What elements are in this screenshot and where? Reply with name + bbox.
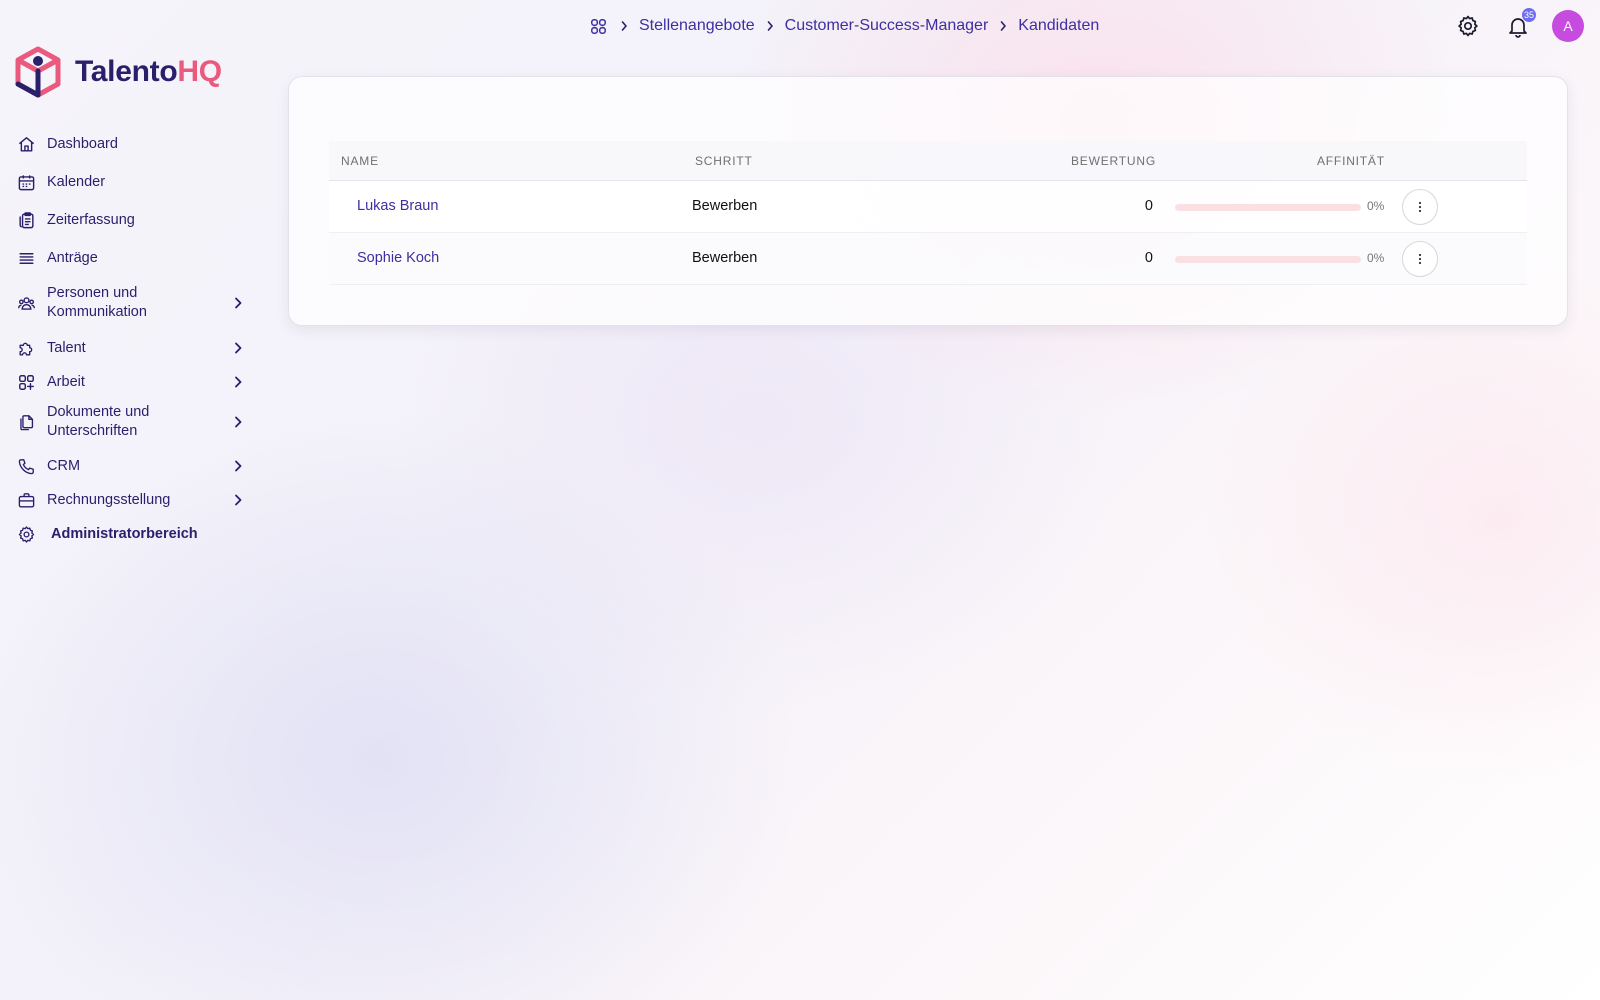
affinity-percent: 0%: [1367, 251, 1385, 265]
column-header-affinity[interactable]: Affinität: [1317, 154, 1385, 168]
sidebar-item-label: Zeiterfassung: [47, 211, 135, 228]
sidebar-item-dokumente-und-unterschriften[interactable]: Dokumente und Unterschriften: [14, 403, 246, 441]
affinity-percent: 0%: [1367, 199, 1385, 213]
table-row[interactable]: Lukas Braun Bewerben 0 0%: [329, 181, 1527, 233]
chevron-right-icon: [230, 414, 246, 430]
chevron-right-icon: [993, 20, 1013, 32]
sidebar-item-arbeit[interactable]: Arbeit: [14, 370, 246, 394]
candidate-step: Bewerben: [692, 198, 758, 214]
sidebar-item-label: Dashboard: [47, 135, 118, 152]
chevron-right-icon: [230, 374, 246, 390]
sidebar-item-kalender[interactable]: Kalender: [14, 170, 246, 194]
sidebar-item-label: Administratorbereich: [51, 525, 198, 542]
breadcrumb-kandidaten[interactable]: Kandidaten: [1018, 17, 1099, 35]
sidebar-item-crm[interactable]: CRM: [14, 454, 246, 478]
sidebar-item-administratorbereich[interactable]: Administratorbereich: [14, 522, 246, 546]
logo[interactable]: TalentoHQ: [14, 46, 222, 98]
column-header-name[interactable]: Name: [341, 154, 379, 168]
documents-icon: [14, 410, 38, 434]
sidebar-item-zeiterfassung[interactable]: Zeiterfassung: [14, 208, 246, 232]
sidebar-item-label: Talent: [47, 339, 86, 356]
more-vertical-icon: [1418, 253, 1422, 265]
notification-count-badge: 35: [1521, 8, 1536, 22]
candidates-card: Name Schritt Bewertung Affinität Lukas B…: [288, 76, 1568, 326]
candidates-table: Name Schritt Bewertung Affinität Lukas B…: [329, 141, 1527, 285]
sidebar-item-label: Arbeit: [47, 373, 85, 390]
breadcrumb: Stellenangebote Customer-Success-Manager…: [587, 14, 1099, 38]
calendar-icon: [14, 170, 38, 194]
row-actions-button[interactable]: [1402, 189, 1438, 225]
gear-icon: [14, 522, 38, 546]
clipboard-icon: [14, 208, 38, 232]
sidebar-item-label: CRM: [47, 457, 81, 474]
candidate-name-link[interactable]: Sophie Koch: [357, 250, 439, 266]
phone-icon: [14, 454, 38, 478]
sidebar-item-rechnungsstellung[interactable]: Rechnungsstellung: [14, 488, 246, 512]
affinity-bar: [1175, 204, 1361, 211]
settings-button[interactable]: [1454, 12, 1482, 40]
sidebar-item-label: Kalender: [47, 173, 106, 190]
row-actions-button[interactable]: [1402, 241, 1438, 277]
gear-icon: [1458, 15, 1478, 37]
chevron-right-icon: [230, 458, 246, 474]
sidebar-item-label: Anträge: [47, 249, 98, 266]
chevron-right-icon: [230, 492, 246, 508]
table-row[interactable]: Sophie Koch Bewerben 0 0%: [329, 233, 1527, 285]
notifications-button[interactable]: 35: [1504, 8, 1536, 40]
chevron-right-icon: [230, 295, 246, 311]
puzzle-icon: [14, 336, 38, 360]
sidebar-item-label: Personen und Kommunikation: [47, 285, 147, 320]
candidate-step: Bewerben: [692, 250, 758, 266]
candidate-rating: 0: [1144, 198, 1153, 214]
avatar[interactable]: A: [1552, 10, 1584, 42]
grid-icon[interactable]: [587, 15, 609, 37]
candidate-name-link[interactable]: Lukas Braun: [357, 198, 438, 214]
sidebar-item-label: Rechnungsstellung: [47, 491, 171, 508]
logo-text: TalentoHQ: [75, 55, 222, 88]
sidebar-item-personen-und-kommunikation[interactable]: Personen und Kommunikation: [14, 284, 246, 322]
sidebar-item-dashboard[interactable]: Dashboard: [14, 132, 246, 156]
breadcrumb-stellenangebote[interactable]: Stellenangebote: [639, 17, 755, 35]
chevron-right-icon: [760, 20, 780, 32]
sidebar-item-antraege[interactable]: Anträge: [14, 246, 246, 270]
candidate-rating: 0: [1144, 250, 1153, 266]
sidebar: TalentoHQ Dashboard Kalender Zeiterfassu…: [0, 0, 260, 1000]
cube-logo-icon: [15, 46, 61, 98]
table-header: Name Schritt Bewertung Affinität: [329, 141, 1527, 181]
home-icon: [14, 132, 38, 156]
breadcrumb-job[interactable]: Customer-Success-Manager: [785, 17, 989, 35]
column-header-step[interactable]: Schritt: [695, 154, 753, 168]
affinity-bar: [1175, 256, 1361, 263]
chevron-right-icon: [230, 340, 246, 356]
more-vertical-icon: [1418, 201, 1422, 213]
list-icon: [14, 246, 38, 270]
column-header-rating[interactable]: Bewertung: [1071, 154, 1156, 168]
apps-icon: [14, 370, 38, 394]
sidebar-item-talent[interactable]: Talent: [14, 336, 246, 360]
briefcase-icon: [14, 488, 38, 512]
chevron-right-icon: [614, 20, 634, 32]
sidebar-item-label: Dokumente und Unterschriften: [47, 404, 150, 439]
people-icon: [14, 291, 38, 315]
